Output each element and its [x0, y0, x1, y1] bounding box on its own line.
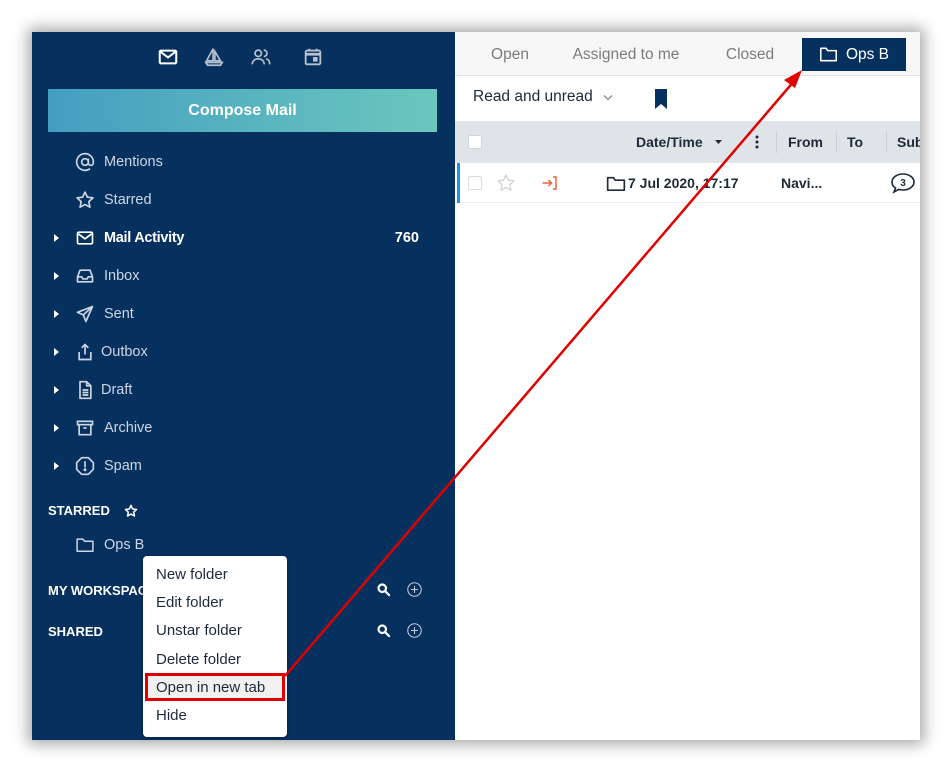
users-icon[interactable]	[248, 44, 274, 70]
menu-item-delete-folder[interactable]: Delete folder	[143, 645, 287, 673]
speech-bubble-icon: 3	[891, 173, 915, 194]
column-header-subject[interactable]: Sub	[897, 121, 920, 163]
sidebar-item-inbox[interactable]: Inbox	[32, 261, 455, 291]
app-window: Compose Mail Mentions Starred Mail Activ…	[32, 32, 920, 740]
sidebar-item-label: Archive	[104, 420, 153, 436]
app-switcher	[32, 44, 455, 70]
sidebar-item-spam[interactable]: Spam	[32, 451, 455, 481]
starred-section-header: STARRED	[48, 503, 138, 518]
expand-caret-icon[interactable]	[54, 348, 59, 356]
column-divider[interactable]	[886, 131, 887, 153]
tab-bar: Open Assigned to me Closed Ops B	[455, 32, 920, 76]
table-header: Date/Time From To Sub	[455, 121, 920, 163]
sort-desc-icon	[714, 140, 722, 144]
sidebar-item-label: Inbox	[104, 268, 140, 284]
menu-item-open-in-new-tab[interactable]: Open in new tab	[145, 673, 285, 702]
section-title: SHARED	[48, 624, 103, 639]
column-header-datetime[interactable]: Date/Time	[636, 121, 722, 163]
folder-context-menu: New folder Edit folder Unstar folder Del…	[143, 556, 287, 737]
calendar-icon[interactable]	[300, 44, 326, 70]
sidebar-item-mail-activity[interactable]: Mail Activity 760	[32, 223, 455, 253]
send-icon	[75, 304, 95, 324]
filter-bar: Read and unread	[455, 76, 920, 121]
tab-ops-b[interactable]: Ops B	[802, 38, 906, 71]
archive-icon	[75, 418, 95, 438]
comment-count-icon[interactable]: 3	[890, 163, 916, 203]
row-checkbox[interactable]	[468, 163, 482, 203]
incoming-mail-icon	[541, 163, 559, 203]
column-divider[interactable]	[776, 131, 777, 153]
from-cell: Navi...	[781, 175, 823, 191]
section-title: MY WORKSPACE	[48, 583, 156, 598]
mail-icon[interactable]	[155, 44, 181, 70]
expand-caret-icon[interactable]	[54, 310, 59, 318]
alert-octagon-icon	[75, 456, 95, 476]
sidebar-item-outbox[interactable]: Outbox	[32, 337, 455, 367]
star-outline-icon	[124, 504, 138, 518]
section-title: STARRED	[48, 503, 110, 518]
tab-label: Ops B	[845, 45, 890, 63]
menu-item-edit-folder[interactable]: Edit folder	[143, 588, 287, 616]
menu-item-hide[interactable]: Hide	[143, 701, 287, 729]
main-panel: Open Assigned to me Closed Ops B Read an…	[455, 32, 920, 740]
compose-mail-button[interactable]: Compose Mail	[48, 89, 437, 132]
column-menu-icon[interactable]	[755, 121, 759, 163]
folder-label: Ops B	[104, 537, 145, 553]
selected-row-indicator	[457, 163, 460, 203]
svg-text:3: 3	[900, 178, 906, 189]
select-all-checkbox[interactable]	[468, 121, 482, 163]
sidebar-item-label: Outbox	[101, 344, 148, 360]
sidebar-item-label: Mentions	[104, 154, 163, 170]
sidebar-item-label: Sent	[104, 306, 134, 322]
sidebar-item-label: Mail Activity	[104, 230, 185, 246]
unread-count: 760	[394, 230, 419, 246]
tab-assigned-to-me[interactable]: Assigned to me	[563, 38, 689, 71]
search-icon[interactable]	[376, 623, 392, 639]
tab-open[interactable]: Open	[477, 38, 543, 71]
document-icon	[75, 380, 95, 400]
star-icon[interactable]	[496, 163, 516, 203]
inbox-icon	[75, 266, 95, 286]
add-circle-icon[interactable]	[406, 581, 423, 598]
folder-icon	[819, 47, 837, 62]
tab-closed[interactable]: Closed	[715, 38, 785, 71]
column-divider[interactable]	[836, 131, 837, 153]
sidebar-item-label: Spam	[104, 458, 142, 474]
table-row[interactable]: 7 Jul 2020, 17:17 Navi... 3	[455, 163, 920, 203]
upload-icon	[75, 342, 95, 362]
sidebar: Compose Mail Mentions Starred Mail Activ…	[32, 32, 455, 740]
sidebar-item-label: Starred	[104, 192, 152, 208]
folder-icon	[75, 535, 95, 555]
expand-caret-icon[interactable]	[54, 462, 59, 470]
envelope-icon	[75, 228, 95, 248]
star-icon	[75, 190, 95, 210]
chevron-down-icon	[603, 94, 613, 100]
expand-caret-icon[interactable]	[54, 234, 59, 242]
datetime-cell: 7 Jul 2020, 17:17	[606, 163, 739, 203]
expand-caret-icon[interactable]	[54, 272, 59, 280]
expand-caret-icon[interactable]	[54, 424, 59, 432]
column-header-to[interactable]: To	[847, 121, 863, 163]
folder-icon	[606, 176, 626, 191]
workspace-section-header: MY WORKSPACE	[48, 583, 156, 598]
expand-caret-icon[interactable]	[54, 386, 59, 394]
sidebar-item-archive[interactable]: Archive	[32, 413, 455, 443]
sidebar-item-mentions[interactable]: Mentions	[32, 147, 455, 177]
column-header-from[interactable]: From	[788, 121, 823, 163]
sidebar-item-label: Draft	[101, 382, 133, 398]
bookmark-icon[interactable]	[654, 89, 668, 109]
sidebar-item-sent[interactable]: Sent	[32, 299, 455, 329]
add-circle-icon[interactable]	[406, 622, 423, 639]
sidebar-item-draft[interactable]: Draft	[32, 375, 455, 405]
menu-item-new-folder[interactable]: New folder	[143, 560, 287, 588]
at-icon	[75, 152, 95, 172]
sailboat-icon[interactable]	[201, 44, 227, 70]
shared-section-header: SHARED	[48, 624, 103, 639]
search-icon[interactable]	[376, 582, 392, 598]
sidebar-item-starred[interactable]: Starred	[32, 185, 455, 215]
read-filter-value: Read and unread	[473, 88, 593, 105]
read-filter-dropdown[interactable]: Read and unread	[473, 88, 613, 106]
menu-item-unstar-folder[interactable]: Unstar folder	[143, 617, 287, 645]
